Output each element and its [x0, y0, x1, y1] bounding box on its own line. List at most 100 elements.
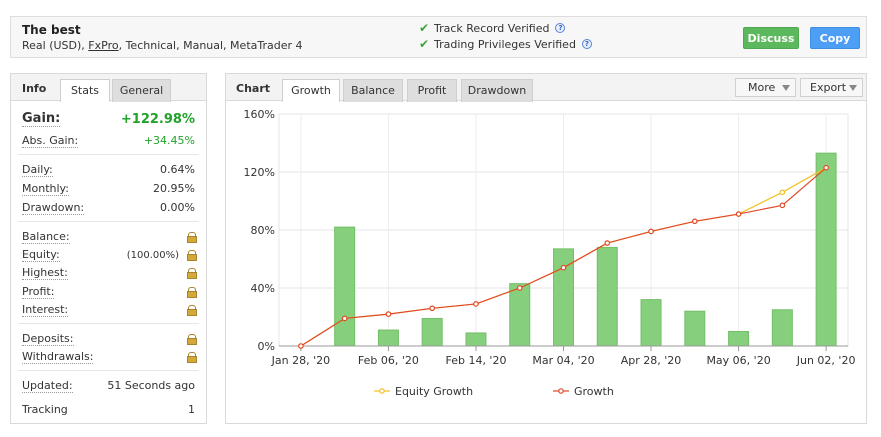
- abs-gain-label: Abs. Gain:: [22, 134, 79, 148]
- highest-row: Highest:: [22, 266, 197, 280]
- chart-tabbar: Chart Growth Balance Profit Drawdown Mor…: [226, 74, 866, 102]
- export-dropdown[interactable]: Export: [800, 78, 863, 97]
- growth-point: [473, 301, 479, 307]
- daily-label: Daily:: [22, 163, 53, 177]
- withdrawals-label: Withdrawals:: [22, 350, 94, 364]
- trading-privileges-label: Trading Privileges Verified: [434, 37, 576, 51]
- more-label: More: [748, 81, 776, 94]
- growth-bar: [815, 152, 837, 347]
- growth-point: [298, 343, 304, 349]
- lock-icon: [187, 352, 197, 363]
- chevron-down-icon: [782, 85, 790, 91]
- growth-point: [779, 202, 786, 209]
- x-tick-label: Feb 14, '20: [445, 354, 506, 367]
- gain-value: +122.98%: [120, 112, 195, 127]
- chevron-down-icon: [849, 85, 857, 91]
- info-panel-title: Info: [22, 82, 47, 95]
- deposits-label: Deposits:: [22, 332, 74, 346]
- trading-privileges-verified: ✔ Trading Privileges Verified ?: [419, 37, 592, 51]
- help-icon[interactable]: ?: [581, 39, 592, 49]
- y-tick-label: 160%: [244, 108, 275, 121]
- help-icon[interactable]: ?: [555, 23, 566, 33]
- legend-growth: Growth: [574, 385, 614, 398]
- y-tick-label: 80%: [251, 224, 275, 237]
- export-label: Export: [810, 81, 847, 94]
- updated-value: 51 Seconds ago: [107, 379, 195, 392]
- deposits-row: Deposits:: [22, 332, 197, 346]
- interest-label: Interest:: [22, 303, 69, 317]
- drawdown-label: Drawdown:: [22, 201, 85, 215]
- divider: [18, 154, 199, 155]
- system-header: The best Real (USD), FxPro, Technical, M…: [10, 16, 867, 58]
- abs-gain-row: Abs. Gain: +34.45%: [22, 134, 195, 148]
- growth-point: [560, 264, 567, 271]
- x-tick-label: Feb 06, '20: [358, 354, 419, 367]
- x-tick-label: Jun 02, '20: [796, 354, 856, 367]
- growth-chart: 0% 40% 80% 120% 160% Jan 28, '20 Feb 06, '20 Fe…: [244, 108, 856, 398]
- drawdown-row: Drawdown: 0.00%: [22, 201, 195, 215]
- tab-stats[interactable]: Stats: [60, 79, 110, 102]
- x-tick-label: Jan 28, '20: [271, 354, 330, 367]
- profit-row: Profit:: [22, 285, 197, 299]
- tab-drawdown[interactable]: Drawdown: [461, 79, 533, 102]
- growth-point: [385, 311, 392, 317]
- system-title: The best: [22, 23, 81, 37]
- account-type: Real (USD),: [22, 39, 89, 52]
- equity-growth-point: [779, 189, 786, 196]
- x-tick-label: May 06, '20: [706, 354, 770, 367]
- lock-icon: [187, 250, 197, 261]
- growth-bar: [684, 310, 706, 347]
- withdrawals-row: Withdrawals:: [22, 350, 197, 364]
- lock-icon: [187, 287, 197, 298]
- tracking-label: Tracking: [22, 403, 68, 416]
- growth-bar: [640, 299, 662, 347]
- growth-point: [604, 240, 611, 246]
- info-panel: Info Stats General Gain: +122.98% Abs. G…: [10, 73, 207, 424]
- track-record-label: Track Record Verified: [434, 21, 550, 35]
- checkmark-icon: ✔: [419, 21, 430, 35]
- profit-label: Profit:: [22, 285, 55, 299]
- divider: [18, 221, 199, 222]
- growth-bar: [509, 283, 531, 347]
- tab-profit[interactable]: Profit: [407, 79, 457, 102]
- track-record-verified: ✔ Track Record Verified ?: [419, 21, 566, 35]
- growth-point: [516, 285, 523, 291]
- equity-row: Equity: (100.00%): [22, 248, 197, 262]
- growth-bar: [771, 309, 793, 347]
- tab-balance[interactable]: Balance: [343, 79, 403, 102]
- daily-row: Daily: 0.64%: [22, 163, 195, 177]
- equity-label: Equity:: [22, 248, 60, 262]
- broker-link[interactable]: FxPro: [88, 39, 118, 52]
- y-tick-label: 40%: [251, 282, 275, 295]
- copy-button[interactable]: Copy: [810, 27, 860, 49]
- legend-marker: [379, 388, 385, 394]
- daily-value: 0.64%: [160, 163, 195, 176]
- tab-growth[interactable]: Growth: [282, 79, 340, 102]
- discuss-button[interactable]: Discuss: [743, 27, 799, 49]
- growth-bar: [377, 329, 399, 347]
- tab-general[interactable]: General: [112, 79, 171, 102]
- lock-icon: [187, 334, 197, 345]
- gain-label: Gain:: [22, 111, 61, 127]
- growth-point: [429, 305, 435, 312]
- y-tick-label: 0%: [258, 340, 275, 353]
- growth-bar: [728, 331, 750, 347]
- abs-gain-value: +34.45%: [143, 134, 195, 147]
- chart-panel-title: Chart: [236, 82, 271, 95]
- equity-percent: (100.00%): [126, 250, 179, 261]
- highest-label: Highest:: [22, 266, 68, 280]
- tracking-value[interactable]: 1: [188, 403, 195, 416]
- lock-icon: [187, 232, 197, 243]
- legend-equity-growth: Equity Growth: [395, 385, 473, 398]
- x-tick-label: Apr 28, '20: [621, 354, 682, 367]
- tracking-row: Tracking 1: [22, 403, 195, 416]
- chart-panel: Chart Growth Balance Profit Drawdown Mor…: [225, 73, 867, 424]
- more-dropdown[interactable]: More: [735, 78, 796, 97]
- x-tick-label: Mar 04, '20: [532, 354, 594, 367]
- gain-row: Gain: +122.98%: [22, 112, 195, 127]
- growth-point: [692, 218, 698, 225]
- system-subtitle: Real (USD), FxPro, Technical, Manual, Me…: [22, 39, 303, 52]
- divider: [18, 323, 199, 324]
- lock-icon: [187, 268, 197, 279]
- interest-row: Interest:: [22, 303, 197, 317]
